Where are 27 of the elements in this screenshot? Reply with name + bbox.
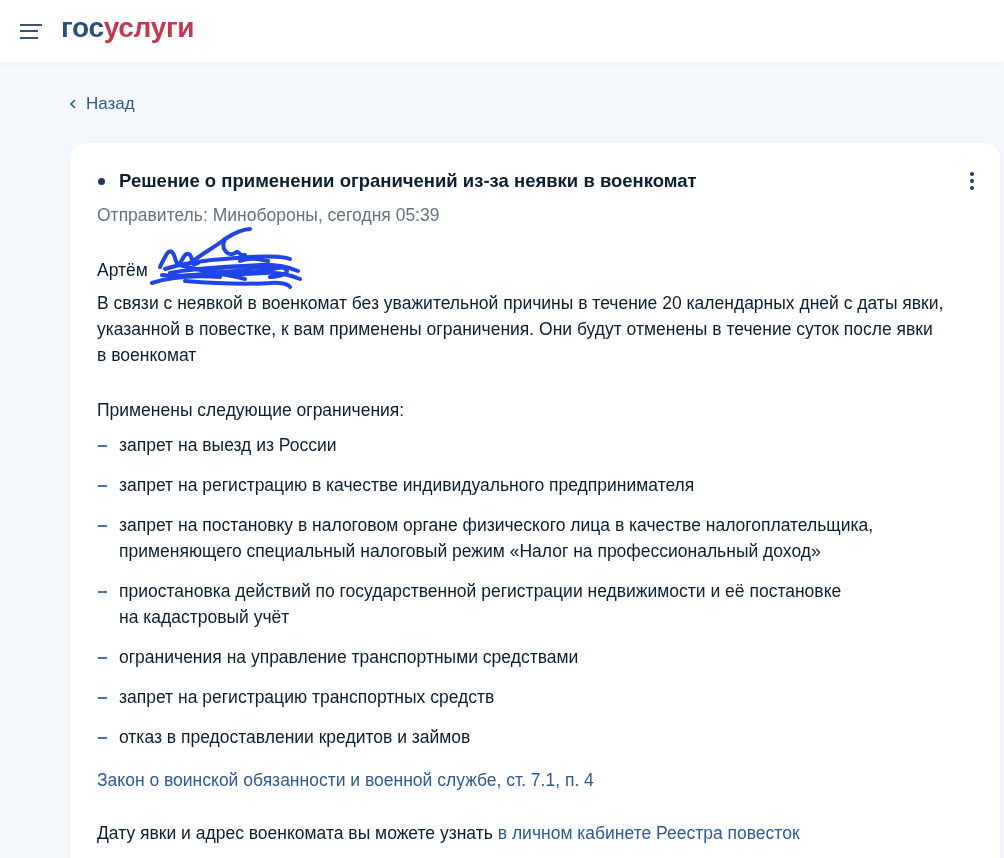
list-dash-icon <box>98 737 107 739</box>
footer-note: Дату явки и адрес военкомата вы можете узнать в личном кабинете Реестра повесток <box>97 822 800 845</box>
restriction-text: запрет на регистрацию в качестве индивидуального предпринимателя <box>119 474 695 497</box>
registry-link[interactable]: в личном кабинете Реестра повесток <box>497 823 800 843</box>
logo[interactable]: госуслуги <box>61 14 195 42</box>
restriction-text: ограничения на управление транспортными средствами <box>119 646 579 669</box>
list-dash-icon <box>98 525 107 527</box>
restriction-text: запрет на регистрацию транспортных средств <box>119 686 495 709</box>
more-options-icon[interactable] <box>969 172 974 190</box>
sender-info: Отправитель: Минобороны, сегодня 05:39 <box>97 205 440 225</box>
list-dash-icon <box>98 485 107 487</box>
list-dash-icon <box>98 445 107 447</box>
back-link[interactable]: Назад <box>70 94 135 114</box>
list-dash-icon <box>98 697 107 699</box>
law-link[interactable]: Закон о воинской обязанности и военной службе, ст. 7.1, п. 4 <box>97 767 594 793</box>
restriction-text: запрет на выезд из России <box>119 434 337 457</box>
recipient-name: Артём <box>97 259 148 282</box>
menu-icon[interactable] <box>20 23 42 39</box>
restriction-text: отказ в предоставлении кредитов и займов <box>119 726 471 749</box>
message-title: Решение о применении ограничений из-за неявки в военкомат <box>119 169 698 193</box>
list-dash-icon <box>98 657 107 659</box>
intro-paragraph: В связи с неявкой в военкомат без уважительной причины в течение 20 календарных дней с даты явки, указанной в повестке, к вам применены ограничения. Они будут отменены в течение суток после явки в военкомат <box>97 292 945 367</box>
restriction-text: приостановка действий по государственной регистрации недвижимости и её постановке на кадастровый учёт <box>119 580 843 629</box>
restrictions-heading: Применены следующие ограничения: <box>97 399 405 422</box>
restriction-text: запрет на постановку в налоговом органе физического лица в качестве налогоплательщика, применяющего специальный налоговый режим «Налог на профессиональный доход» <box>119 514 875 563</box>
chevron-left-icon <box>70 99 76 109</box>
list-dash-icon <box>98 591 107 593</box>
